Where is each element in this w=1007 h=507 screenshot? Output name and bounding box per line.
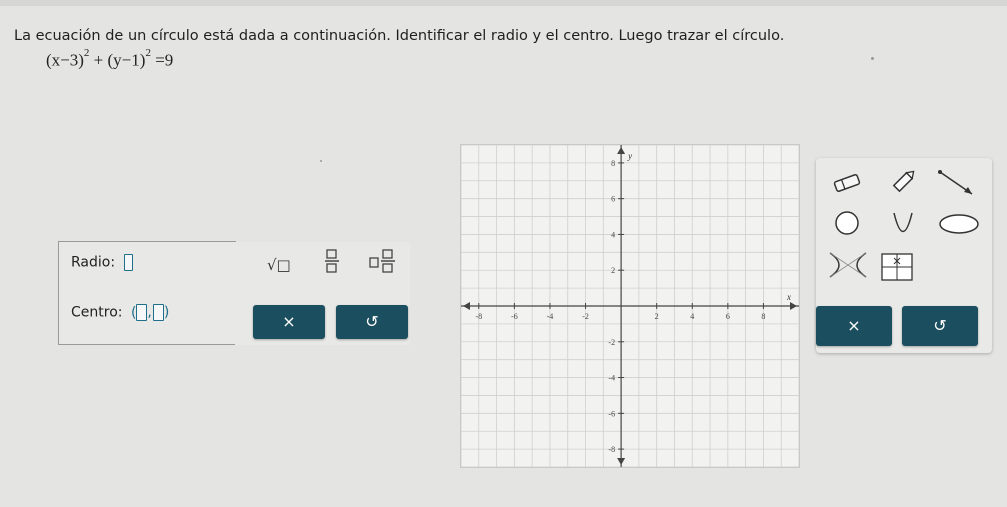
y-tick-label: -2	[608, 338, 615, 347]
problem-prompt: La ecuación de un círculo está dada a co…	[14, 28, 785, 44]
x-tick-label: -4	[547, 312, 554, 321]
radius-label: Radio:	[71, 254, 116, 271]
pencil-tool[interactable]	[888, 168, 918, 201]
x-tick-label: 2	[655, 312, 659, 321]
circle-equation: (x−3)2 + (y−1)2 =9	[46, 47, 174, 71]
clear-button[interactable]: ×	[253, 305, 325, 339]
center-y-input[interactable]	[152, 304, 164, 321]
top-divider	[0, 0, 1007, 6]
fraction-key[interactable]	[324, 248, 340, 275]
y-axis-arrow-down	[617, 458, 626, 465]
x-tick-label: 4	[690, 312, 694, 321]
y-axis-label: y	[627, 151, 632, 161]
y-tick-label: 2	[611, 266, 615, 275]
equation-rhs: =9	[155, 50, 174, 70]
eraser-icon	[833, 174, 861, 192]
y-tick-label: 6	[611, 195, 615, 204]
x-tick-label: -6	[511, 312, 518, 321]
coordinate-graph[interactable]: -8 -6 -4 -2 2 4 6 8 8 6 4 2 -2 -4 -6 -8 x y	[460, 144, 800, 468]
x-axis-label: x	[786, 292, 791, 302]
equation-exp-x: 2	[83, 47, 90, 59]
tools-clear-button[interactable]: ×	[816, 306, 892, 346]
sqrt-key-label: √□	[267, 256, 291, 274]
center-label: Centro:	[71, 304, 123, 321]
hyperbola-tool[interactable]	[826, 250, 870, 285]
x-tick-label: -8	[475, 312, 482, 321]
y-tick-label: 8	[611, 159, 615, 168]
radius-row: Radio:	[71, 254, 133, 271]
answer-panel: Radio: Centro: (,)	[58, 241, 236, 345]
x-tick-label: 6	[726, 312, 730, 321]
stray-dot	[320, 160, 322, 162]
table-icon	[881, 253, 913, 281]
fraction-icon	[325, 249, 339, 273]
y-axis-arrow-up	[617, 147, 626, 154]
y-tick-label: -6	[608, 409, 615, 418]
center-close-paren: )	[163, 304, 170, 321]
circle-icon	[835, 211, 859, 235]
graph-canvas[interactable]: -8 -6 -4 -2 2 4 6 8 8 6 4 2 -2 -4 -6 -8 x y	[460, 144, 800, 468]
radius-input[interactable]	[123, 254, 133, 271]
x-tick-label: -2	[582, 312, 589, 321]
equation-term-x: (x−3)	[46, 50, 84, 70]
center-x-input[interactable]	[136, 304, 148, 321]
ray-tool[interactable]	[934, 166, 976, 203]
hyperbola-icon	[829, 252, 867, 278]
x-axis-arrow-left	[463, 302, 470, 310]
equation-term-y: (y−1)	[107, 50, 146, 70]
tools-undo-button[interactable]: ↺	[902, 306, 978, 346]
mixed-fraction-key[interactable]	[369, 248, 397, 278]
circle-tool[interactable]	[832, 208, 862, 243]
parabola-icon	[893, 212, 913, 233]
mixed-fraction-icon	[369, 249, 395, 273]
parabola-tool[interactable]	[888, 210, 918, 241]
x-axis-arrow-right	[790, 302, 797, 310]
math-keypad: √□ × ↺	[235, 242, 410, 345]
ellipse-tool[interactable]	[938, 212, 980, 241]
y-tick-label: -8	[608, 445, 615, 454]
stray-dot	[871, 57, 874, 60]
equation-exp-y: 2	[145, 47, 151, 59]
sqrt-key[interactable]: √□	[267, 256, 291, 274]
eraser-tool[interactable]	[832, 172, 862, 199]
undo-button[interactable]: ↺	[336, 305, 408, 339]
pencil-icon	[892, 170, 915, 193]
y-tick-label: -4	[608, 374, 615, 383]
equation-plus: +	[93, 50, 104, 70]
x-tick-label: 8	[761, 312, 765, 321]
ray-icon	[938, 170, 973, 195]
ellipse-icon	[939, 214, 979, 234]
center-comma: ,	[147, 304, 152, 321]
y-tick-label: 4	[611, 230, 615, 239]
drawing-tools-panel: × ↺	[816, 158, 992, 353]
point-table-tool[interactable]	[880, 252, 914, 287]
center-row: Centro: (,)	[71, 304, 169, 321]
